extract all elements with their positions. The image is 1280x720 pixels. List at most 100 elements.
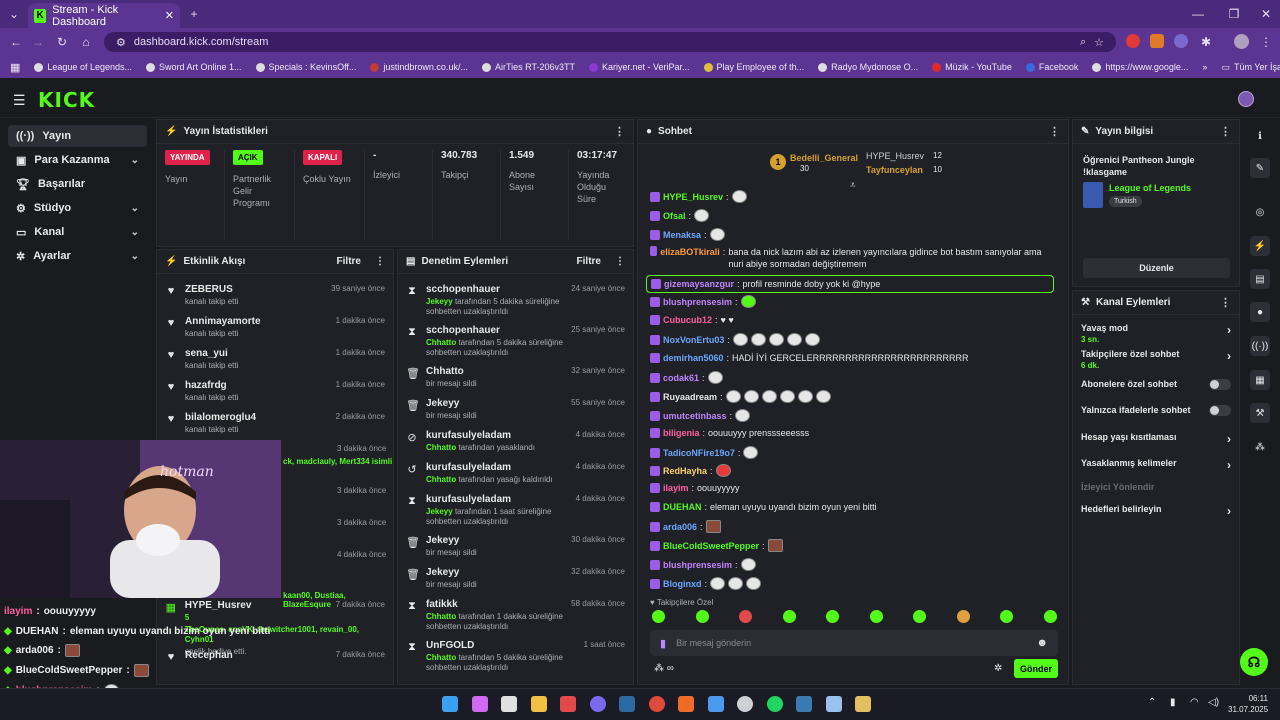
microphone-icon[interactable]: ▮ xyxy=(1170,697,1176,708)
more-options-icon[interactable]: ⋮ xyxy=(1049,125,1060,138)
quick-emote-icon[interactable] xyxy=(826,610,839,623)
maximize-button[interactable]: ❐ xyxy=(1224,4,1244,24)
tab-search-icon[interactable]: ⌄ xyxy=(4,4,24,24)
send-button[interactable]: Gönder xyxy=(1014,659,1058,678)
sidebar-item-studyo[interactable]: ⚙ Stüdyo ⌄ xyxy=(8,197,147,219)
moderation-icon[interactable]: ▤ xyxy=(1250,269,1270,289)
sidebar-item-para-kazanma[interactable]: ▣ Para Kazanma ⌄ xyxy=(8,149,147,171)
bookmark-item[interactable]: League of Legends... xyxy=(34,62,132,72)
bookmark-item[interactable]: Kariyer.net - VeriPar... xyxy=(588,62,690,72)
spotify-icon[interactable] xyxy=(766,696,783,712)
chat-username[interactable]: gizemaysanzgur xyxy=(664,278,734,290)
quick-emote-icon[interactable] xyxy=(869,610,883,623)
more-options-icon[interactable]: ⋮ xyxy=(615,256,625,267)
copilot-icon[interactable] xyxy=(471,696,488,712)
back-icon[interactable]: ← xyxy=(6,32,26,52)
share-icon[interactable]: ⁂ xyxy=(1250,437,1270,457)
chrome-icon[interactable] xyxy=(648,696,665,712)
chat-username[interactable]: blushprensesim xyxy=(663,559,732,571)
extensions-puzzle-icon[interactable]: ✱ xyxy=(1196,32,1216,52)
edit-icon[interactable]: ✎ xyxy=(1250,158,1270,178)
channel-action-row[interactable]: Hedefleri belirleyin › xyxy=(1081,504,1231,518)
sidebar-item-kanal[interactable]: ▭ Kanal ⌄ xyxy=(8,221,147,243)
channel-action-row[interactable]: Takipçilere özel sohbet 6 dk. › xyxy=(1081,349,1231,370)
minimize-button[interactable]: — xyxy=(1188,4,1208,24)
chat-username[interactable]: Cubucub12 xyxy=(663,314,712,326)
pen-tool-icon[interactable] xyxy=(855,696,871,712)
tray-chevron-icon[interactable]: ⌃ xyxy=(1148,697,1156,708)
chat-username[interactable]: Ofsal xyxy=(663,210,686,222)
pen-icon[interactable] xyxy=(501,696,517,712)
sidebar-item-basarilar[interactable]: 🏆︎ Başarılar xyxy=(8,173,147,195)
bolt-icon[interactable]: ⚡ xyxy=(1250,236,1270,256)
chat-username[interactable]: DUEHAN xyxy=(663,501,702,513)
chat-input[interactable]: ▮ Bir mesaj gönderin ☻ xyxy=(650,630,1058,656)
quick-emote-icon[interactable] xyxy=(1043,610,1057,623)
bookmark-item[interactable]: justindbrown.co.uk/... xyxy=(370,62,468,72)
chat-icon[interactable]: ● xyxy=(1250,302,1270,322)
close-window-button[interactable]: ✕ xyxy=(1256,4,1276,24)
chat-username[interactable]: NoxVonErtu03 xyxy=(663,334,724,346)
channel-action-row[interactable]: Yavaş mod 3 sn. › xyxy=(1081,323,1231,344)
quick-emote-icon[interactable] xyxy=(652,610,665,623)
volume-icon[interactable]: ◁) xyxy=(1208,697,1219,708)
clock[interactable]: 06:11 31.07.2025 xyxy=(1228,693,1268,715)
windows-icon[interactable] xyxy=(442,696,458,712)
photos-icon[interactable] xyxy=(707,696,724,712)
info-icon[interactable]: ℹ xyxy=(1250,126,1270,146)
bookmark-item[interactable]: Müzik - YouTube xyxy=(932,62,1012,72)
github-icon[interactable] xyxy=(737,696,753,712)
kick-logo[interactable]: KICK xyxy=(38,88,95,112)
sidebar-item-yayin[interactable]: ((·)) Yayın xyxy=(8,125,147,147)
filter-button[interactable]: Filtre xyxy=(577,256,601,267)
panel-icon[interactable]: ▦ xyxy=(1250,370,1270,390)
site-info-icon[interactable]: ⚙ xyxy=(116,36,126,49)
chat-username[interactable]: elizaBOTkirali xyxy=(660,246,720,258)
category-link[interactable]: League of Legends xyxy=(1109,183,1191,193)
more-bookmarks-icon[interactable]: » xyxy=(1202,62,1207,72)
points-icon[interactable]: ⁂ ∞ xyxy=(654,663,674,674)
folder-icon[interactable] xyxy=(530,696,547,712)
profile-avatar[interactable] xyxy=(1234,34,1249,49)
chat-username[interactable]: Ruyaadream xyxy=(663,391,717,403)
channel-action-row[interactable]: Hesap yaşı kısıtlaması › xyxy=(1081,432,1231,446)
zoom-icon[interactable]: ⌕ xyxy=(1080,36,1086,49)
all-bookmarks[interactable]: ▭ Tüm Yer İşaretleri xyxy=(1221,62,1280,73)
edit-button[interactable]: Düzenle xyxy=(1083,258,1230,278)
chat-username[interactable]: Menaksa xyxy=(663,229,701,241)
more-options-icon[interactable]: ⋮ xyxy=(1220,296,1231,309)
bookmark-item[interactable]: Sword Art Online 1... xyxy=(145,62,242,72)
more-options-icon[interactable]: ⋮ xyxy=(375,256,385,267)
bookmark-item[interactable]: https://www.google... xyxy=(1092,62,1188,72)
microphone-icon[interactable]: ▮ xyxy=(660,637,666,650)
bookmark-star-icon[interactable]: ☆ xyxy=(1094,36,1104,49)
filter-button[interactable]: Filtre xyxy=(337,256,361,267)
extension-fox-icon[interactable] xyxy=(1150,34,1164,48)
app-icon[interactable] xyxy=(825,696,842,712)
channel-action-row[interactable]: Yasaklanmış kelimeler › xyxy=(1081,458,1231,472)
quick-emote-icon[interactable] xyxy=(913,610,926,623)
chat-username[interactable]: biligenia xyxy=(663,427,700,439)
chat-username[interactable]: BlueColdSweetPepper xyxy=(663,540,759,552)
bookmark-item[interactable]: Facebook xyxy=(1025,62,1078,72)
quick-emote-icon[interactable] xyxy=(956,610,970,623)
origin-icon[interactable] xyxy=(678,696,694,712)
chat-username[interactable]: blushprensesim xyxy=(663,296,732,308)
emoji-icon[interactable]: ☻ xyxy=(1036,637,1048,649)
toggle-switch[interactable] xyxy=(1209,379,1231,390)
support-icon[interactable]: ☊ xyxy=(1240,648,1268,676)
wrench-icon[interactable]: ⚒ xyxy=(1250,403,1270,423)
bookmark-item[interactable]: Specials : KevinsOff... xyxy=(255,62,356,72)
wifi-icon[interactable]: ◠ xyxy=(1190,697,1199,708)
chat-username[interactable]: codak61 xyxy=(663,372,699,384)
chat-username[interactable]: ilayim xyxy=(663,482,689,494)
chat-username[interactable]: umutcetinbass xyxy=(663,410,727,422)
bookmark-item[interactable]: Radyo Mydonose O... xyxy=(818,62,918,72)
url-field[interactable]: ⚙ dashboard.kick.com/stream ⌕ ☆ xyxy=(104,32,1116,52)
toggle-switch[interactable] xyxy=(1209,405,1231,416)
extension-opera-icon[interactable] xyxy=(1126,34,1140,48)
channel-action-row[interactable]: Yalnızca ifadelerle sohbet xyxy=(1081,405,1231,416)
tag-pill[interactable]: Turkish xyxy=(1109,196,1142,207)
close-tab-icon[interactable]: ✕ xyxy=(165,9,174,22)
extension-cloud-icon[interactable] xyxy=(1174,34,1188,48)
